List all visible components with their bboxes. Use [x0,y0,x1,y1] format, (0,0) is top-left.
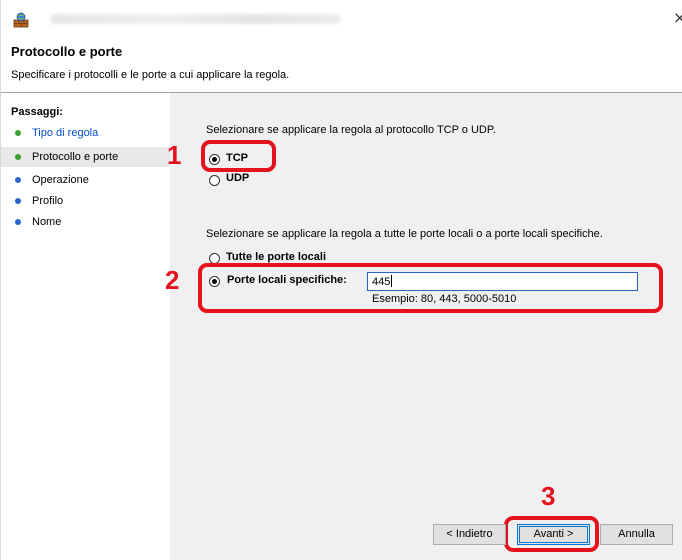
annotation-number-1: 1 [167,140,182,170]
step-dot-icon [15,219,21,225]
udp-label[interactable]: UDP [226,172,249,184]
close-icon[interactable]: × [673,10,682,26]
sidebar-item-protocollo-e-porte[interactable]: Protocollo e porte [1,147,170,167]
sidebar-item-tipo-di-regola[interactable]: Tipo di regola [1,123,170,143]
ports-prompt: Selezionare se applicare la regola a tut… [206,228,603,240]
back-button[interactable]: < Indietro [433,524,506,545]
annotation-box-tcp [201,140,276,172]
window-title-blurred [51,14,341,24]
protocol-prompt: Selezionare se applicare la regola al pr… [206,124,496,136]
steps-title: Passaggi: [11,106,63,118]
cancel-button[interactable]: Annulla [600,524,673,545]
wizard-window: × Protocollo e porte Specificare i proto… [0,0,682,560]
udp-radio[interactable] [209,175,220,186]
step-dot-icon [15,177,21,183]
step-dot-icon [15,130,21,136]
sidebar-item-nome[interactable]: Nome [1,212,170,232]
all-ports-label[interactable]: Tutte le porte locali [226,251,326,263]
page-title: Protocollo e porte [11,44,123,59]
annotation-box-ports [198,263,663,313]
next-button-focus-ring [519,526,588,543]
sidebar-item-label: Nome [32,216,62,228]
next-button[interactable]: Avanti > [517,524,590,545]
sidebar-item-label: Operazione [32,174,89,186]
sidebar-item-label: Profilo [32,195,64,207]
sidebar-item-profilo[interactable]: Profilo [1,191,170,211]
step-dot-icon [15,154,21,160]
sidebar-item-operazione[interactable]: Operazione [1,170,170,190]
annotation-number-2: 2 [165,265,180,295]
step-dot-icon [15,198,21,204]
firewall-app-icon [13,12,29,28]
sidebar-item-label: Tipo di regola [32,127,99,139]
page-subtitle: Specificare i protocolli e le porte a cu… [11,69,290,81]
title-bar[interactable]: × [1,0,682,36]
annotation-number-3: 3 [541,481,556,511]
sidebar-item-label: Protocollo e porte [32,151,119,163]
